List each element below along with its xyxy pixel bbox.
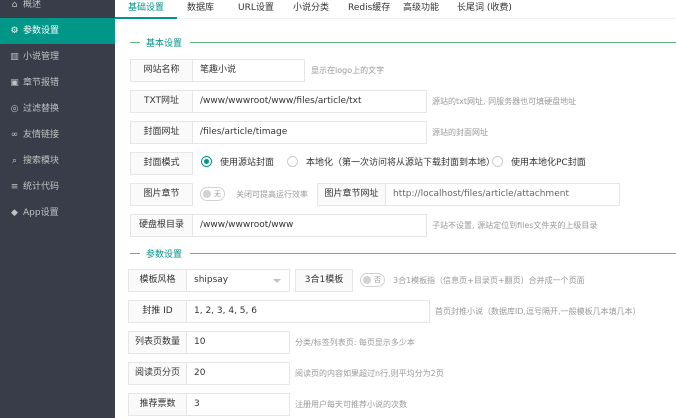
sidebar-item-links[interactable]: ∞ 友情链接 — [0, 122, 115, 148]
tab-longtail[interactable]: 长尾词 (收费) — [457, 0, 512, 19]
disk-root-input[interactable]: /www/wwwroot/www — [193, 214, 427, 237]
template-select[interactable]: shipsay — [187, 269, 290, 292]
sidebar-item-novels[interactable]: ▥ 小说管理 — [0, 44, 115, 70]
img-chapter-hint: 关闭可提高运行效率 — [236, 190, 308, 199]
dropdown-caret-icon — [273, 279, 281, 283]
radio-checked-icon — [201, 156, 212, 167]
tab-categories[interactable]: 小说分类 — [293, 0, 329, 19]
rec-votes-label: 推荐票数 — [128, 393, 187, 416]
sidebar-item-filter[interactable]: ◎ 过滤替换 — [0, 96, 115, 122]
img-chapter-switch[interactable]: 无 — [200, 187, 225, 201]
read-page-input[interactable]: 20 — [187, 362, 290, 385]
txt-url-hint: 源站的txt网址, 同服务器也可填硬盘地址 — [432, 97, 577, 106]
book-icon: ▥ — [10, 52, 19, 62]
sidebar-item-app[interactable]: ◆ App设置 — [0, 200, 115, 226]
cover-rec-input[interactable]: 1, 2, 3, 4, 5, 6 — [187, 300, 430, 323]
cover-rec-label: 封推 ID — [128, 300, 187, 323]
section-basic: 基本设置 — [130, 36, 676, 49]
sidebar: ⌂ 概述 ⚙ 参数设置 ▥ 小说管理 ▣ 章节报错 ◎ 过滤替换 ∞ 友情链接 ⌕ 搜索模块 … — [0, 0, 115, 418]
cover-url-label: 封面网址 — [130, 121, 193, 144]
tab-url[interactable]: URL设置 — [238, 0, 274, 19]
gear-icon: ⚙ — [10, 26, 19, 36]
sidebar-item-chapter-errors[interactable]: ▣ 章节报错 — [0, 70, 115, 96]
template-label: 模板风格 — [128, 269, 187, 292]
three-in-one-hint: 3合1模板指（信息页+目录页+翻页）合并成一个页面 — [393, 276, 585, 285]
disk-root-label: 硬盘根目录 — [130, 214, 193, 237]
cover-mode-radio-pc[interactable]: 使用本地化PC封面 — [492, 152, 586, 175]
search-icon: ⌕ — [11, 156, 18, 166]
site-name-input[interactable]: 笔趣小说 — [193, 59, 305, 82]
shield-check-icon: ◎ — [10, 104, 19, 114]
link-icon: ∞ — [10, 130, 19, 140]
site-name-label: 网站名称 — [130, 59, 193, 82]
three-in-one-switch[interactable]: 否 — [360, 273, 385, 287]
cover-rec-hint: 首页封推小说（数据库ID,逗号隔开,一般模板几本填几本） — [435, 307, 641, 316]
cover-url-hint: 源站的封面网址 — [432, 128, 488, 137]
read-page-label: 阅读页分页 — [128, 362, 187, 385]
cover-mode-radio-local[interactable]: 本地化（第一次访问将从源站下载封面到本地） — [287, 152, 495, 175]
radio-icon — [287, 156, 298, 167]
rec-votes-input[interactable]: 3 — [187, 393, 290, 416]
home-icon: ⌂ — [11, 0, 18, 10]
txt-url-label: TXT网址 — [130, 90, 193, 113]
sidebar-item-params[interactable]: ⚙ 参数设置 — [0, 18, 115, 44]
img-chapter-label: 图片章节 — [130, 183, 193, 206]
rec-votes-hint: 注册用户每天可推荐小说的次数 — [295, 400, 407, 409]
list-count-label: 列表页数量 — [128, 331, 187, 354]
img-chapter-url-label: 图片章节网址 — [317, 183, 386, 206]
sidebar-item-stats[interactable]: ≡ 统计代码 — [0, 174, 115, 200]
sidebar-item-search[interactable]: ⌕ 搜索模块 — [0, 148, 115, 174]
tab-redis[interactable]: Redis缓存 — [348, 0, 390, 19]
img-chapter-url-input[interactable]: http://localhost/files/article/attachmen… — [386, 183, 620, 206]
tab-database[interactable]: 数据库 — [187, 0, 214, 19]
three-in-one-label: 3合1模板 — [295, 269, 353, 292]
site-name-hint: 显示在logo上的文字 — [311, 66, 385, 75]
report-icon: ▣ — [10, 78, 19, 88]
disk-root-hint: 子站不设置, 源站定位到files文件夹的上级目录 — [432, 221, 598, 230]
list-count-hint: 分类/标签列表页: 每页显示多少本 — [295, 338, 415, 347]
tab-advanced[interactable]: 高级功能 — [403, 0, 439, 19]
app-icon: ◆ — [11, 208, 18, 218]
section-params: 参数设置 — [130, 247, 676, 260]
cover-mode-radio-source[interactable]: 使用源站封面 — [201, 152, 274, 175]
radio-icon — [492, 156, 503, 167]
txt-url-input[interactable]: /www/wwwroot/www/files/article/txt — [193, 90, 427, 113]
chart-icon: ≡ — [10, 182, 19, 192]
tab-bar: 基础设置 数据库 URL设置 小说分类 Redis缓存 高级功能 长尾词 (收费… — [115, 0, 676, 19]
read-page-hint: 阅读页的内容如果超过n行,则平均分为2页 — [295, 369, 444, 378]
cover-url-input[interactable]: /files/article/timage — [193, 121, 427, 144]
cover-mode-label: 封面模式 — [130, 152, 193, 175]
tab-basic[interactable]: 基础设置 — [115, 0, 178, 19]
list-count-input[interactable]: 10 — [187, 331, 290, 354]
sidebar-item-overview[interactable]: ⌂ 概述 — [0, 0, 115, 18]
